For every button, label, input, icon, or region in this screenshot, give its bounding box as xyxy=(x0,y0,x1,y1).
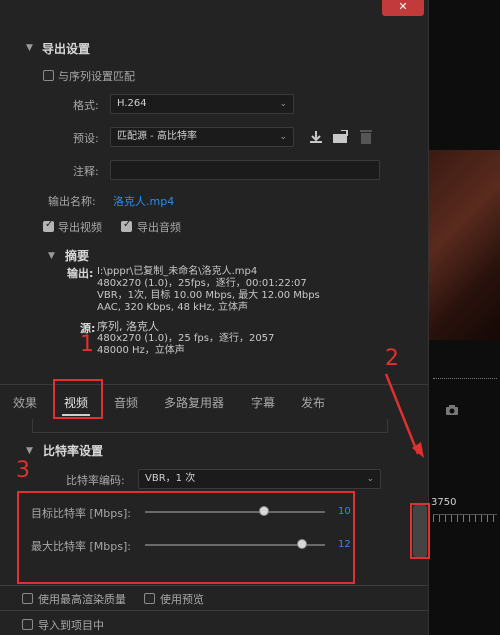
summary-source-audio: 48000 Hz，立体声 xyxy=(97,345,185,356)
comment-input[interactable] xyxy=(110,160,380,180)
format-dropdown[interactable]: H.264 ⌄ xyxy=(110,94,294,114)
preset-dropdown[interactable]: 匹配源 - 高比特率 ⌄ xyxy=(110,127,294,147)
summary-output-video: 480x270 (1.0)，25fps，逐行，00:01:22:07 xyxy=(97,278,307,289)
import-to-project-label: 导入到项目中 xyxy=(38,619,104,632)
collapse-export-settings-icon[interactable]: ▼ xyxy=(26,43,33,53)
summary-output-audio: AAC, 320 Kbps, 48 kHz, 立体声 xyxy=(97,302,249,313)
annotation-box-video-tab xyxy=(53,379,103,419)
summary-source-sequence: 序列, 洛克人 xyxy=(97,320,159,333)
annotation-number-3: 3 xyxy=(16,458,30,483)
export-video-label: 导出视频 xyxy=(58,221,102,234)
preset-value: 匹配源 - 高比特率 xyxy=(117,131,197,142)
export-audio-checkbox[interactable] xyxy=(121,219,132,232)
output-name-link[interactable]: 洛克人.mp4 xyxy=(113,193,174,209)
summary-output-bitrate: VBR，1次, 目标 10.00 Mbps, 最大 12.00 Mbps xyxy=(97,290,320,301)
tab-captions[interactable]: 字幕 xyxy=(251,394,275,411)
export-settings-dialog: ✕ ▼ 导出设置 与序列设置匹配 格式: H.264 ⌄ 预设: 匹配源 - 高… xyxy=(0,0,428,635)
bitrate-settings-title: 比特率设置 xyxy=(43,444,104,458)
collapse-bitrate-icon[interactable]: ▼ xyxy=(26,446,33,456)
bitrate-encoding-value: VBR，1 次 xyxy=(145,473,196,484)
video-preview-thumbnail xyxy=(429,150,500,340)
chevron-down-icon: ⌄ xyxy=(279,132,287,142)
annotation-box-bitrate xyxy=(17,491,355,584)
use-previews-label: 使用预览 xyxy=(160,593,204,606)
tab-publish[interactable]: 发布 xyxy=(301,394,325,411)
max-render-quality-checkbox[interactable] xyxy=(22,593,33,604)
export-settings-title: 导出设置 xyxy=(42,42,91,56)
chevron-down-icon: ⌄ xyxy=(366,474,374,484)
summary-output-label: 输出: xyxy=(67,267,94,280)
source-preview-panel: 3750 xyxy=(428,0,500,635)
summary-output-path: I:\pppr\已复制_未命名\洛克人.mp4 xyxy=(97,266,258,277)
match-sequence-label: 与序列设置匹配 xyxy=(58,70,135,83)
summary-source-video: 480x270 (1.0)，25 fps，逐行，2057 xyxy=(97,333,275,344)
close-button[interactable]: ✕ xyxy=(382,0,424,16)
bitrate-encoding-dropdown[interactable]: VBR，1 次 ⌄ xyxy=(138,469,381,489)
format-label: 格式: xyxy=(73,99,99,112)
import-to-project-checkbox[interactable] xyxy=(22,619,33,630)
tab-multiplexer[interactable]: 多路复用器 xyxy=(164,394,224,411)
summary-title: 摘要 xyxy=(65,249,90,263)
bitrate-encoding-label: 比特率编码: xyxy=(66,474,125,487)
preset-label: 预设: xyxy=(73,132,99,145)
delete-preset-icon[interactable] xyxy=(359,129,373,145)
tab-effects[interactable]: 效果 xyxy=(13,394,37,411)
export-audio-label: 导出音频 xyxy=(137,221,181,234)
summary-output-block: I:\pppr\已复制_未命名\洛克人.mp4 480x270 (1.0)，25… xyxy=(97,266,320,314)
use-previews-checkbox[interactable] xyxy=(144,593,155,604)
bottom-divider-2 xyxy=(0,610,428,611)
bottom-divider xyxy=(0,585,428,586)
match-sequence-checkbox[interactable] xyxy=(43,70,54,81)
max-render-quality-label: 使用最高渲染质量 xyxy=(38,593,126,606)
chevron-down-icon: ⌄ xyxy=(279,99,287,109)
camera-icon[interactable] xyxy=(445,404,459,416)
summary-source-block: 序列, 洛克人 480x270 (1.0)，25 fps，逐行，2057 480… xyxy=(97,321,274,357)
import-preset-icon[interactable] xyxy=(332,130,350,144)
format-value: H.264 xyxy=(117,98,147,109)
timeline-ticks xyxy=(433,514,497,522)
timecode-label: 3750 xyxy=(431,497,457,508)
annotation-number-1: 1 xyxy=(80,332,94,357)
export-video-checkbox[interactable] xyxy=(43,219,54,232)
timeline-ruler xyxy=(433,378,497,384)
save-preset-icon[interactable] xyxy=(308,130,324,144)
annotation-box-scrollbar xyxy=(410,503,430,559)
output-name-label: 输出名称: xyxy=(48,195,96,208)
tab-audio[interactable]: 音频 xyxy=(114,394,138,411)
collapse-summary-icon[interactable]: ▼ xyxy=(48,251,55,261)
comment-label: 注释: xyxy=(73,165,99,178)
annotation-number-2: 2 xyxy=(385,346,399,371)
collapsed-section-edge xyxy=(32,419,388,433)
annotation-arrow xyxy=(384,373,424,458)
